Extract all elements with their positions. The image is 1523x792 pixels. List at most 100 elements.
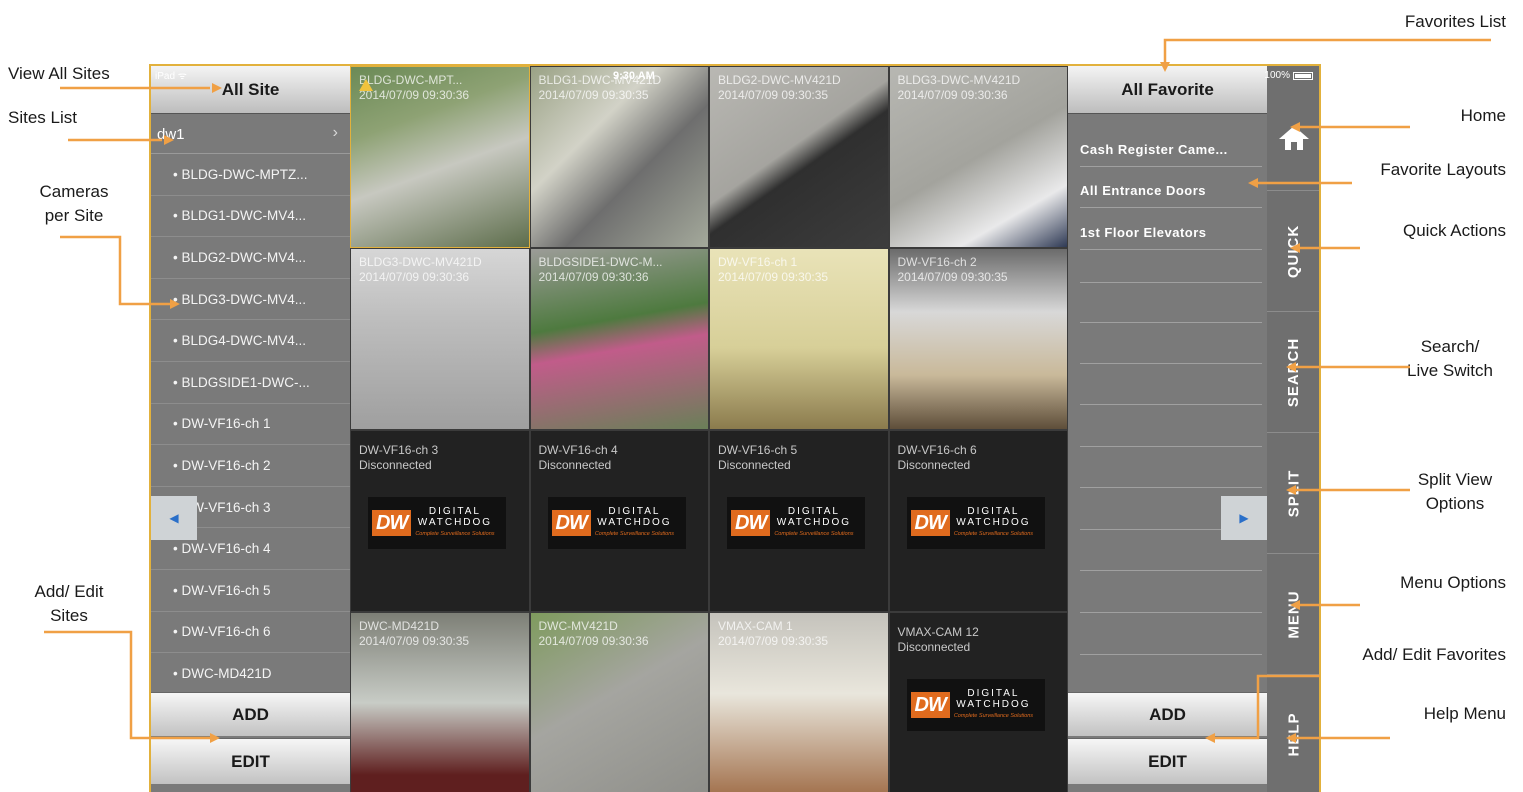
annotation-search-line2: Live Switch: [1407, 361, 1493, 380]
camera-item[interactable]: • DW-VF16-ch 2: [151, 445, 350, 487]
camera-caption: DWC-MV421D 2014/07/09 09:30:36: [538, 619, 649, 648]
split-button[interactable]: SPLIT: [1267, 433, 1319, 554]
camera-tile[interactable]: VMAX-CAM 12 Disconnected DW DIGITAL WATCHDO…: [888, 612, 1068, 792]
search-button[interactable]: SEARCH: [1267, 312, 1319, 433]
camera-tile[interactable]: DW-VF16-ch 3 Disconnected DW DIGITAL WATCHD…: [350, 430, 530, 612]
logo-text: DIGITAL WATCHDOG Complete Surveillance Sol…: [954, 506, 1033, 540]
camera-caption: BLDG3-DWC-MV421D 2014/07/09 09:30:36: [359, 255, 482, 284]
camera-caption: VMAX-CAM 12 Disconnected: [897, 625, 979, 654]
favorite-divider: [1080, 207, 1262, 208]
logo-mark: DW: [910, 510, 950, 536]
annotation-search-live: Search/ Live Switch: [1380, 335, 1520, 383]
camera-tile[interactable]: BLDG3-DWC-MV421D 2014/07/09 09:30:36: [888, 66, 1068, 248]
camera-item[interactable]: • DWC-MD421D: [151, 653, 350, 695]
annotation-split-line1: Split View: [1417, 470, 1493, 489]
annotation-menu-options: Menu Options: [1400, 573, 1506, 592]
logo-tagline: Complete Surveillance Solutions: [594, 531, 675, 537]
camera-item[interactable]: • BLDG-DWC-MPTZ...: [151, 154, 350, 196]
leader-favorites-list: [1163, 38, 1491, 64]
status-device: iPad ᯤ: [155, 71, 187, 82]
logo-tagline: Complete Surveillance Solutions: [415, 531, 495, 537]
favorite-divider: [1080, 446, 1262, 447]
next-page-button[interactable]: ▶: [1221, 496, 1267, 540]
camera-caption: DW-VF16-ch 2 2014/07/09 09:30:35: [897, 255, 1008, 284]
annotation-sites-list: Sites List: [8, 108, 77, 127]
add-favorite-button[interactable]: ADD: [1068, 692, 1267, 736]
camera-caption: BLDG2-DWC-MV421D 2014/07/09 09:30:35: [718, 73, 841, 102]
favorite-divider: [1080, 612, 1262, 613]
chevron-left-icon: ◀: [169, 511, 179, 525]
camera-item[interactable]: • BLDGSIDE1-DWC-...: [151, 362, 350, 404]
help-button[interactable]: HELP: [1267, 675, 1319, 792]
camera-item[interactable]: • DW-VF16-ch 5: [151, 570, 350, 612]
camera-caption: DW-VF16-ch 3 Disconnected: [359, 443, 439, 472]
annotation-cameras-per-site: Cameras per Site: [24, 180, 124, 228]
favorite-item[interactable]: Cash Register Came...: [1080, 142, 1260, 157]
camera-item[interactable]: • DW-VF16-ch 1: [151, 404, 350, 446]
digital-watchdog-logo: DW DIGITAL WATCHDOG Complete Surveillance S…: [906, 679, 1045, 731]
favorites-panel: All Favorite Cash Register Came... All E…: [1068, 66, 1267, 792]
split-label: SPLIT: [1285, 469, 1303, 517]
edit-favorite-button[interactable]: EDIT: [1068, 738, 1267, 784]
camera-item[interactable]: • BLDG4-DWC-MV4...: [151, 320, 350, 362]
site-item-dw1[interactable]: dw1 ›: [151, 116, 350, 154]
battery-icon: [1293, 71, 1313, 80]
logo-line2: WATCHDOG: [956, 517, 1031, 528]
add-site-button[interactable]: ADD: [151, 692, 350, 736]
menu-button[interactable]: MENU: [1267, 554, 1319, 675]
camera-item[interactable]: • BLDG1-DWC-MV4...: [151, 196, 350, 238]
camera-tile[interactable]: DWC-MD421D 2014/07/09 09:30:35: [350, 612, 530, 792]
favorite-divider: [1080, 570, 1262, 571]
favorite-item[interactable]: 1st Floor Elevators: [1080, 225, 1260, 240]
favorite-divider: [1080, 363, 1262, 364]
camera-caption: DW-VF16-ch 6 Disconnected: [897, 443, 977, 472]
camera-tile[interactable]: BLDG1-DWC-MV421D 2014/07/09 09:30:35: [529, 66, 709, 248]
all-favorite-button[interactable]: All Favorite: [1068, 66, 1267, 114]
camera-tile[interactable]: DWC-MV421D 2014/07/09 09:30:36: [529, 612, 709, 792]
annotation-add-edit-line2: Sites: [50, 606, 88, 625]
annotation-favorite-layouts: Favorite Layouts: [1380, 160, 1506, 179]
annotation-search-line1: Search/: [1420, 337, 1480, 356]
home-icon: [1279, 126, 1309, 150]
camera-caption: DW-VF16-ch 5 Disconnected: [718, 443, 798, 472]
annotation-cameras-line2: per Site: [44, 206, 104, 225]
favorite-item[interactable]: All Entrance Doors: [1080, 183, 1260, 198]
help-label: HELP: [1285, 712, 1303, 757]
favorite-divider: [1080, 166, 1262, 167]
favorite-divider: [1080, 322, 1262, 323]
annotation-favorites-list: Favorites List: [1404, 12, 1506, 31]
camera-tile[interactable]: BLDG3-DWC-MV421D 2014/07/09 09:30:36: [350, 248, 530, 430]
camera-caption: BLDG3-DWC-MV421D 2014/07/09 09:30:36: [897, 73, 1021, 102]
annotation-quick-actions: Quick Actions: [1403, 221, 1506, 240]
camera-tile[interactable]: DW-VF16-ch 1 2014/07/09 09:30:35: [709, 248, 889, 430]
camera-tile[interactable]: BLDG-DWC-MPT... 2014/07/09 09:30:36: [350, 66, 530, 248]
camera-tile[interactable]: DW-VF16-ch 6 Disconnected DW DIGITAL WATCHD…: [888, 430, 1068, 612]
camera-item[interactable]: • DW-VF16-ch 6: [151, 612, 350, 654]
edit-site-button[interactable]: EDIT: [151, 738, 350, 784]
camera-list: • BLDG-DWC-MPTZ... • BLDG1-DWC-MV4... • …: [151, 154, 350, 695]
logo-mark: DW: [731, 510, 771, 536]
prev-page-button[interactable]: ◀: [151, 496, 197, 540]
favorite-divider: [1080, 654, 1262, 655]
home-button[interactable]: [1267, 86, 1319, 191]
logo-line1: DIGITAL: [967, 688, 1020, 699]
digital-watchdog-logo: DW DIGITAL WATCHDOG Complete Surveillance S…: [727, 497, 865, 549]
logo-text: DIGITAL WATCHDOG Complete Surveillance Sol…: [415, 506, 494, 540]
camera-item[interactable]: • BLDG3-DWC-MV4...: [151, 279, 350, 321]
annotation-add-edit-favorites: Add/ Edit Favorites: [1362, 645, 1506, 664]
logo-text: DIGITAL WATCHDOG Complete Surveillance Sol…: [954, 688, 1033, 722]
camera-tile[interactable]: VMAX-CAM 1 2014/07/09 09:30:35: [709, 612, 889, 792]
camera-tile[interactable]: DW-VF16-ch 5 Disconnected DW DIGITAL WATCHD…: [709, 430, 889, 612]
logo-line1: DIGITAL: [787, 506, 840, 517]
camera-tile[interactable]: BLDGSIDE1-DWC-M... 2014/07/09 09:30:36: [529, 248, 709, 430]
logo-line1: DIGITAL: [608, 506, 661, 517]
logo-line2: WATCHDOG: [417, 517, 493, 528]
menu-label: MENU: [1285, 589, 1303, 639]
camera-tile[interactable]: DW-VF16-ch 4 Disconnected DW DIGITAL WATCHD…: [529, 430, 709, 612]
status-time: 9:30 AM: [613, 70, 655, 82]
camera-tile[interactable]: DW-VF16-ch 2 2014/07/09 09:30:35: [888, 248, 1068, 430]
quick-button[interactable]: QUICK: [1267, 191, 1319, 312]
camera-tile[interactable]: BLDG2-DWC-MV421D 2014/07/09 09:30:35: [709, 66, 889, 248]
camera-item[interactable]: • BLDG2-DWC-MV4...: [151, 237, 350, 279]
chevron-right-icon: ▶: [1239, 511, 1249, 525]
